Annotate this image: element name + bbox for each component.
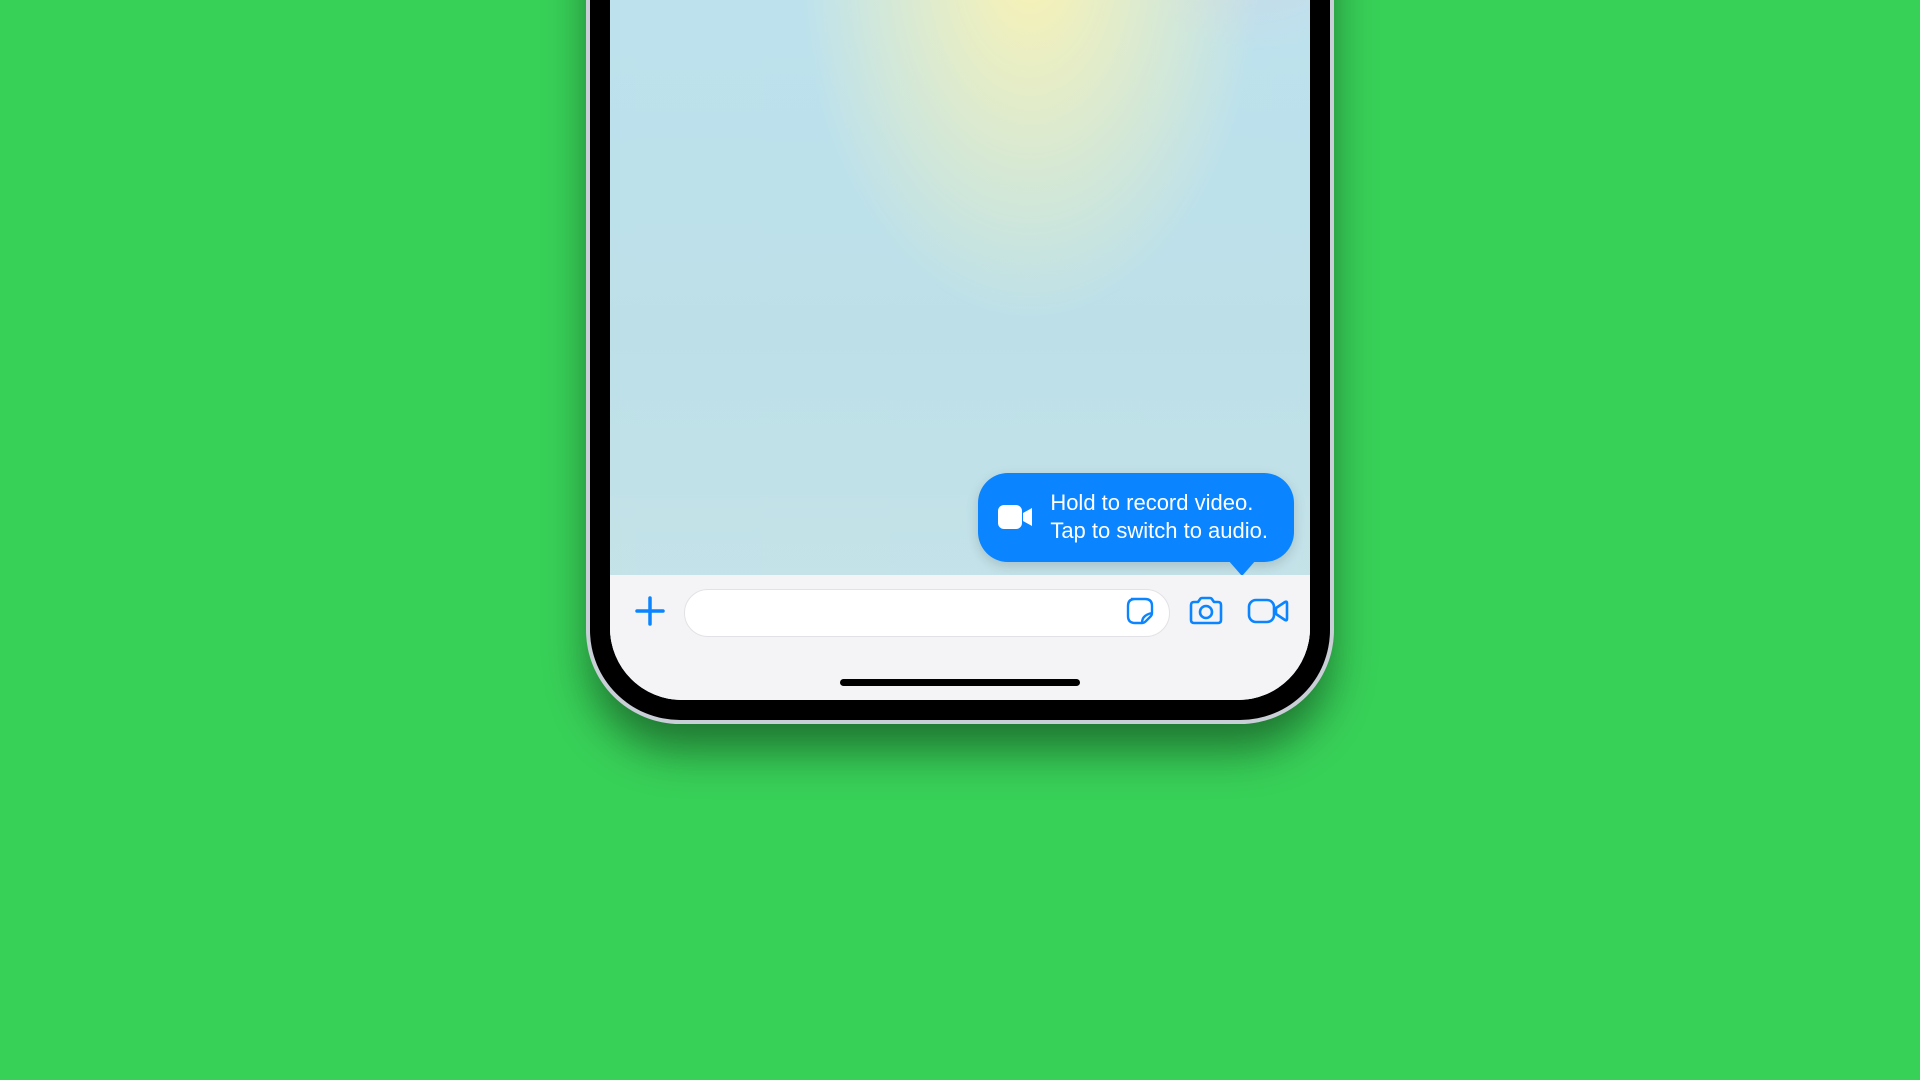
- tooltip-line2: Tap to switch to audio.: [1050, 518, 1268, 543]
- attach-button[interactable]: [626, 589, 674, 637]
- camera-icon: [1187, 595, 1225, 632]
- home-indicator[interactable]: [840, 679, 1080, 686]
- sticker-button[interactable]: [1125, 596, 1155, 631]
- message-input[interactable]: [684, 589, 1170, 637]
- video-record-button[interactable]: [1242, 589, 1294, 637]
- video-icon: [998, 504, 1034, 530]
- tooltip-text: Hold to record video. Tap to switch to a…: [1050, 489, 1268, 546]
- video-icon: [1247, 596, 1289, 631]
- record-hint-tooltip: Hold to record video. Tap to switch to a…: [978, 473, 1294, 562]
- tooltip-line1: Hold to record video.: [1050, 490, 1253, 515]
- phone-frame: Hold to record video. Tap to switch to a…: [590, 0, 1330, 720]
- phone-screen: Hold to record video. Tap to switch to a…: [610, 0, 1310, 700]
- camera-button[interactable]: [1180, 589, 1232, 637]
- plus-icon: [633, 594, 667, 633]
- sticker-icon: [1125, 596, 1155, 631]
